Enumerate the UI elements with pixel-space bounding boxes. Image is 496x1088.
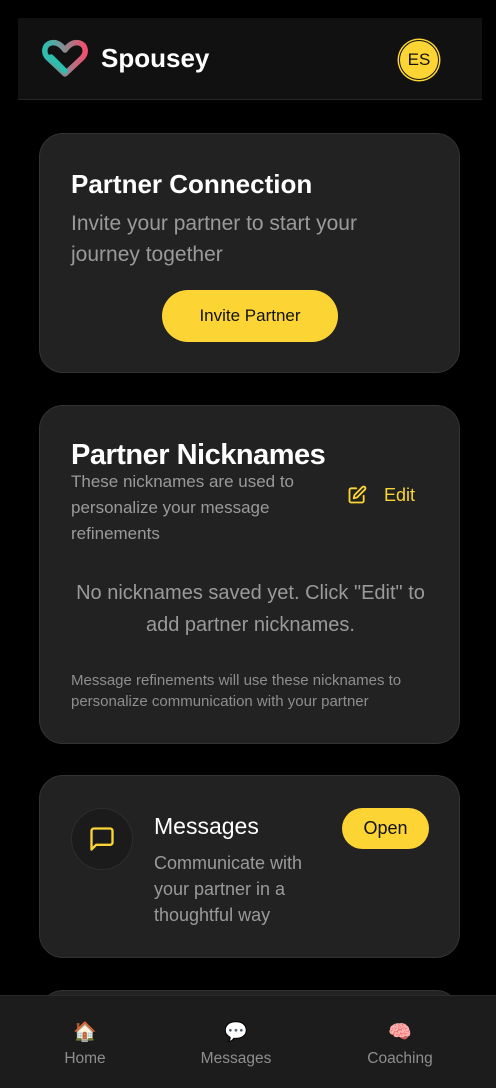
nicknames-footnote: Message refinements will use these nickn… bbox=[71, 672, 402, 710]
nav-label-messages: Messages bbox=[200, 1050, 272, 1067]
partner-connection-subtitle: Invite your partner to start your journe… bbox=[71, 212, 357, 266]
speech-bubble-icon: 💬 bbox=[224, 1022, 248, 1043]
bottom-nav: 🏠 Home 💬 Messages 🧠 Coaching bbox=[0, 995, 496, 1088]
invite-partner-button[interactable]: Invite Partner bbox=[162, 290, 338, 342]
nav-item-coaching[interactable]: 🧠 Coaching bbox=[325, 996, 475, 1088]
messages-card-title: Messages bbox=[154, 813, 259, 839]
partner-nicknames-card: Partner Nicknames These nicknames are us… bbox=[39, 405, 460, 744]
nav-item-home[interactable]: 🏠 Home bbox=[10, 996, 160, 1088]
partner-nicknames-subtitle: These nicknames are used to personalize … bbox=[71, 472, 295, 543]
edit-pencil-icon bbox=[348, 485, 367, 504]
open-messages-button[interactable]: Open bbox=[342, 808, 429, 849]
messages-icon-circle bbox=[71, 808, 133, 870]
partner-connection-card: Partner Connection Invite your partner t… bbox=[39, 133, 460, 373]
user-avatar[interactable]: ES bbox=[399, 40, 439, 80]
nav-label-coaching: Coaching bbox=[367, 1050, 433, 1067]
app-header: Spousey ES bbox=[18, 18, 482, 100]
partner-nicknames-title: Partner Nicknames bbox=[71, 439, 326, 471]
brain-icon: 🧠 bbox=[388, 1022, 412, 1043]
heart-logo-icon bbox=[42, 39, 88, 77]
messages-card[interactable]: Messages Communicate with your partner i… bbox=[39, 775, 460, 958]
message-square-icon bbox=[90, 827, 114, 851]
app-screen: Spousey ES Partner Connection Invite you… bbox=[0, 0, 496, 1088]
edit-nicknames-button[interactable]: Edit bbox=[347, 482, 415, 508]
house-icon: 🏠 bbox=[73, 1022, 97, 1043]
app-title: Spousey bbox=[101, 43, 210, 73]
messages-card-description: Communicate with your partner in a thoug… bbox=[154, 853, 303, 925]
partner-connection-title: Partner Connection bbox=[71, 169, 313, 199]
nav-label-home: Home bbox=[64, 1050, 106, 1067]
nicknames-empty-message: No nicknames saved yet. Click "Edit" to … bbox=[76, 582, 425, 636]
edit-button-label: Edit bbox=[384, 484, 416, 505]
nav-item-messages[interactable]: 💬 Messages bbox=[161, 996, 311, 1088]
